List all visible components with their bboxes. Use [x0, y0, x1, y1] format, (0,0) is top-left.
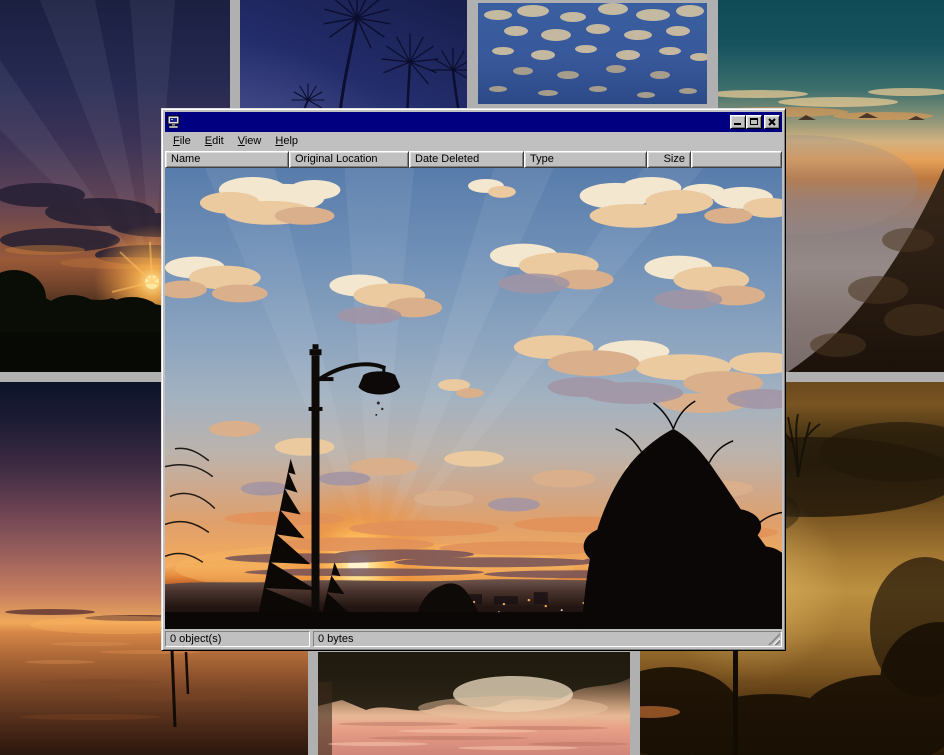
- menu-item-edit[interactable]: Edit: [198, 133, 231, 150]
- wallpaper-photo-altocumulus-blue-sky: [478, 3, 707, 104]
- close-icon: [765, 117, 779, 129]
- menu-item-file[interactable]: File: [166, 133, 198, 150]
- minimize-icon: [734, 123, 741, 125]
- column-header-original-location[interactable]: Original Location: [289, 151, 409, 168]
- recycle-bin-window: FileEditViewHelp NameOriginal LocationDa…: [161, 108, 786, 651]
- desktop: FileEditViewHelp NameOriginal LocationDa…: [0, 0, 944, 755]
- menu-item-help[interactable]: Help: [268, 133, 305, 150]
- close-button[interactable]: [764, 115, 780, 129]
- wallpaper-photo-water-reflection-ripples: [318, 652, 630, 755]
- title-bar[interactable]: [165, 112, 782, 132]
- maximize-icon: [750, 118, 758, 125]
- sunset-lamp-photo: [165, 168, 782, 629]
- menu-bar: FileEditViewHelp: [165, 132, 782, 151]
- minimize-button[interactable]: [730, 115, 746, 129]
- status-objects: 0 object(s): [165, 631, 310, 647]
- menu-item-view[interactable]: View: [231, 133, 269, 150]
- column-header-date-deleted[interactable]: Date Deleted: [409, 151, 524, 168]
- computer-icon[interactable]: [167, 115, 183, 130]
- column-header-name[interactable]: Name: [165, 151, 289, 168]
- window-background-photo: [165, 168, 782, 629]
- resize-grip[interactable]: [768, 633, 780, 645]
- column-header-filler: [691, 151, 782, 168]
- column-header-row: NameOriginal LocationDate DeletedTypeSiz…: [165, 151, 782, 168]
- status-bar: 0 object(s) 0 bytes: [165, 631, 782, 647]
- maximize-button[interactable]: [746, 115, 762, 129]
- column-header-size[interactable]: Size: [647, 151, 691, 168]
- column-header-type[interactable]: Type: [524, 151, 647, 168]
- status-bytes-label: 0 bytes: [318, 633, 353, 645]
- status-bytes: 0 bytes: [313, 631, 782, 647]
